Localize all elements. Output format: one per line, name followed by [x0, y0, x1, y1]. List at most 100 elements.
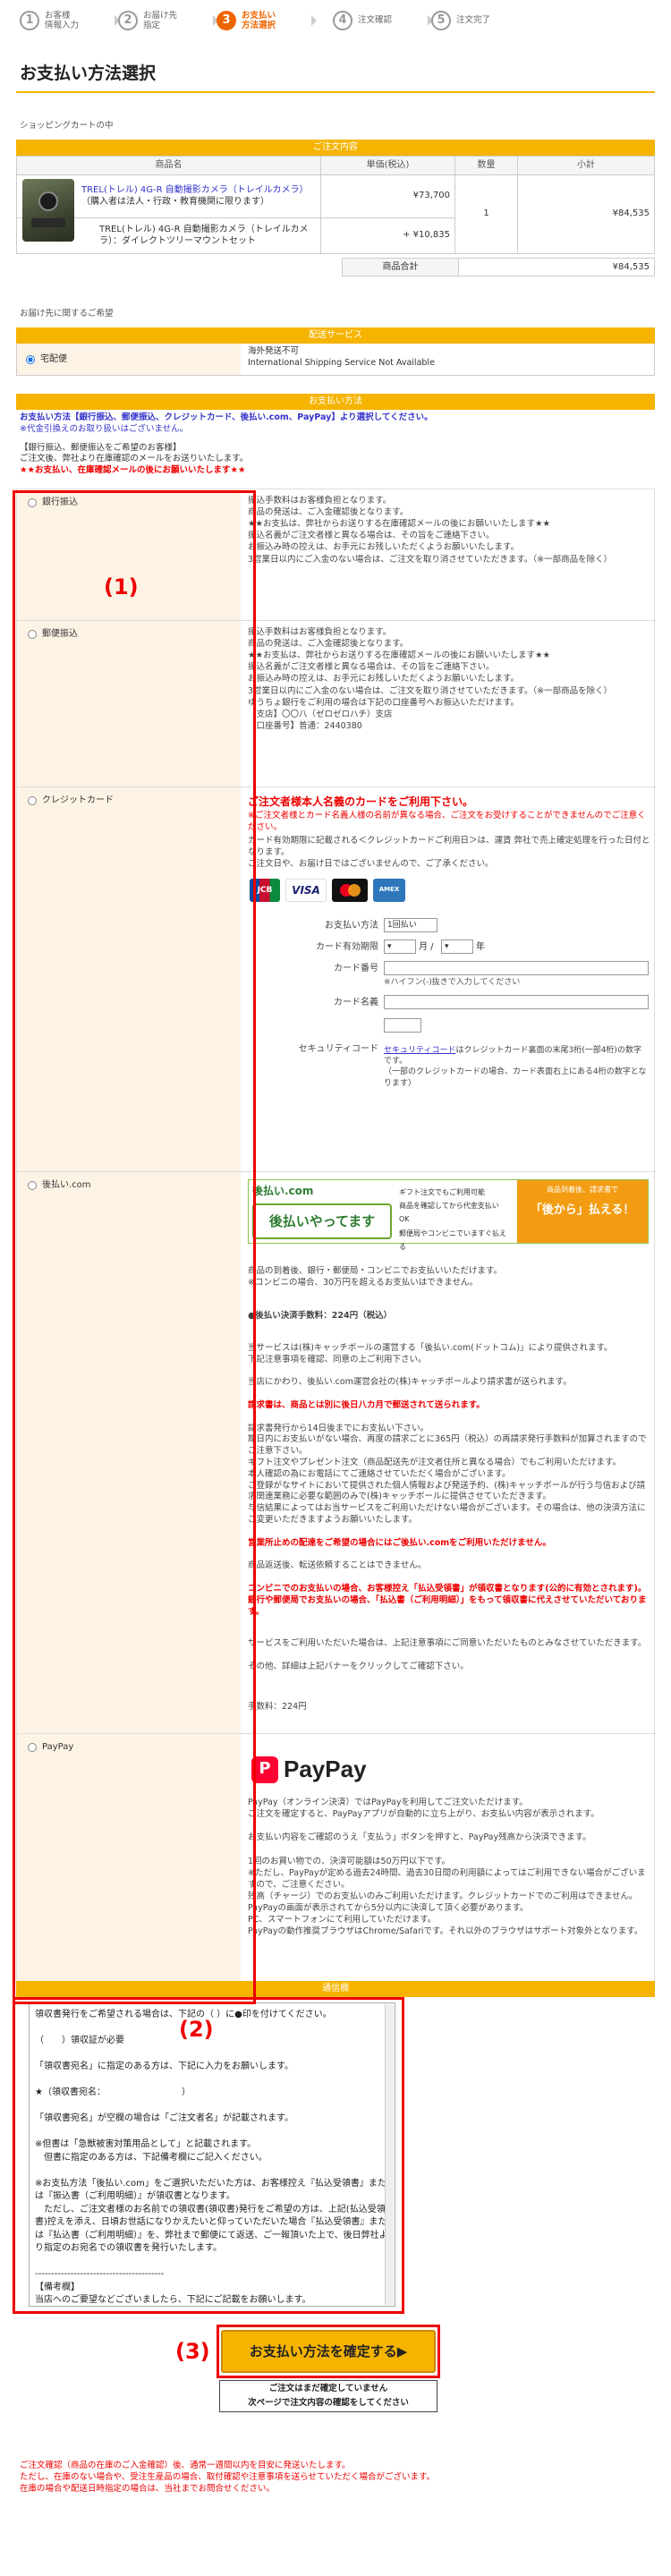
paypay-logo-text: PayPay [284, 1756, 367, 1782]
annotation-box-3 [217, 2325, 440, 2378]
step-5: 5 注文完了 [431, 7, 521, 34]
delivery-option-label: 宅配便 [40, 353, 67, 364]
card-number-label: カード番号 [334, 964, 378, 973]
cvv-help-link[interactable]: セキュリティコード [384, 1046, 455, 1055]
cvv-input[interactable] [384, 1018, 421, 1033]
card-number-hint: ※ハイフン(-)抜きで入力してください [384, 978, 521, 987]
postal-text: 振込手数料はお客様負担となります。 商品の発送は、ご入金確認後となります。 ★★… [248, 627, 613, 731]
product-image[interactable] [22, 178, 74, 242]
annotation-box-2 [13, 1997, 404, 2314]
product-note: （購入者は法人・行政・教育機関に限ります） [81, 197, 269, 207]
pay-count-label: お支払い方法 [325, 921, 378, 931]
payment-intro: お支払い方法【銀行振込、郵便振込、クレジットカード、後払い.com、PayPay… [20, 412, 433, 422]
atobarai-body: 商品の到着後、銀行・郵便局・コンビニでお支払いいただけます。 ※コンビニの場合、… [248, 1254, 650, 1725]
step-label: お届け先 指定 [143, 10, 178, 30]
banner-point-3: 郵便局やコンビニでいますぐ払える [399, 1228, 506, 1251]
atobarai-red1: 請求書は、商品とは別に後日八カ月で郵送されて送られます。 [248, 1399, 485, 1410]
card-name-input[interactable] [384, 995, 649, 1009]
total-value: ¥84,535 [458, 257, 655, 276]
delivery-section: 配送サービス 宅配便 海外発送不可 International Shipping… [16, 327, 655, 376]
atobarai-red2: 営業所止めの配達をご希望の場合にはご後払い.comをご利用いただけません。 [248, 1537, 551, 1548]
visa-logo: VISA [285, 879, 327, 902]
payment-transfer-warning: ★★お支払い、在庫確認メールの後にお願いいたします★★ [20, 465, 246, 476]
atobarai-banner[interactable]: 後払いやってます 後払い.com ギフト注文でもご利用可能 商品を確認してから代… [248, 1179, 649, 1251]
atobarai-red3: コンビニでのお支払いの場合、お客様控え「払込受領書」が領収書となります(公的に有… [248, 1583, 647, 1617]
expiry-year-select[interactable]: ▾ [441, 939, 473, 954]
step-2: 2 お届け先 指定 [118, 7, 218, 34]
annotation-label-2: (2) [179, 2017, 214, 2042]
atobarai-text3: 請求書発行から14日後までにお支払い下さい。 期日内にお支払いがない場合、再度の… [248, 1423, 647, 1526]
delivery-option[interactable]: 宅配便 [17, 344, 241, 375]
step-number: 3 [217, 11, 236, 30]
item-qty: 1 [454, 174, 518, 254]
item-price: ¥73,700 [320, 174, 455, 218]
credit-warning: ご注文者様本人名義のカードをご利用下さい。 [248, 795, 474, 808]
cvv-label: セキュリティコード [298, 1044, 378, 1054]
cart-caption: ショッピングカートの中 [20, 121, 114, 131]
atobarai-text2: 当サービスは(株)キャッチボールの運営する「後払い.com(ドットコム)」により… [248, 1342, 613, 1388]
paypay-text: PayPay（オンライン決済）ではPayPayを利用してご注文いただけます。 ご… [248, 1798, 646, 1937]
card-name-label: カード名義 [334, 998, 378, 1007]
banner-left: 後払いやってます [252, 1203, 392, 1239]
step-1: 1 お客様 情報入力 [20, 7, 120, 34]
total-label: 商品合計 [342, 257, 459, 276]
product-name-link[interactable]: TREL(トレル) 4G-R 自動撮影カメラ（トレイルカメラ） [81, 184, 316, 197]
banner-right-text: 「後から」払える！ [530, 1203, 635, 1217]
bank-text: 振込手数料はお客様負担となります。 商品の発送は、ご入金確認後となります。 ★★… [248, 496, 613, 565]
title-divider [16, 91, 655, 93]
card-number-input[interactable] [384, 961, 649, 975]
col-subtotal: 小計 [517, 156, 655, 175]
delivery-radio[interactable] [26, 354, 35, 364]
atobarai-text5: サービスをご利用いただいた場合は、上記注意事項にご同意いただいたものとみなさせて… [248, 1638, 647, 1671]
pay-count-select[interactable]: 1回払い [384, 918, 437, 932]
step-label: 注文確認 [358, 15, 393, 26]
step-label: 注文完了 [456, 15, 491, 26]
atobarai-fee: ●後払い決済手数料：224円（税込） [248, 1311, 393, 1322]
col-price: 単価(税込) [320, 156, 455, 175]
payment-intro-note: ※代金引換えのお取り扱いはございません。 [20, 423, 189, 434]
credit-warning-sub: ※ご注文者様とカード名義人様の名前が異なる場合、ご注文をお受けすることができませ… [248, 811, 646, 832]
order-table: 商品名 単価(税込) 数量 小計 TREL(トレル) 4G-R 自動撮影カメラ（… [16, 156, 655, 254]
option-price: + ¥10,835 [320, 217, 455, 254]
annotation-label-1: (1) [104, 574, 139, 599]
delivery-note: 海外発送不可 International Shipping Service No… [248, 346, 435, 368]
atobarai-text: 商品の到着後、銀行・郵便局・コンビニでお支払いいただけます。 ※コンビニの場合、… [248, 1265, 503, 1288]
col-name: 商品名 [16, 156, 321, 175]
banner-brand: 後払い.com [252, 1185, 314, 1197]
annotation-label-3: (3) [175, 2339, 210, 2364]
delivery-caption: お届け先に関するご希望 [20, 309, 114, 319]
expiry-month-suffix: 月 / [419, 942, 434, 952]
step-number: 1 [20, 11, 39, 30]
expiry-label: カード有効期限 [316, 942, 378, 952]
payment-transfer-note: 【銀行振込、郵便振込をご希望のお客様】 ご注文後、弊社より在庫確認のメールをお送… [20, 442, 249, 464]
delivery-header: 配送サービス [16, 327, 655, 344]
amex-logo: AMEX [373, 879, 405, 902]
step-arrow-icon [311, 15, 317, 26]
step-label: お支払い 方法選択 [242, 10, 276, 30]
step-number: 5 [431, 11, 451, 30]
paypay-logo: P PayPay [251, 1754, 367, 1785]
annotation-box-1 [13, 490, 256, 2004]
step-4: 4 注文確認 [333, 7, 433, 34]
atobarai-fee-line: 手数料：224円 [248, 1702, 307, 1713]
col-qty: 数量 [454, 156, 518, 175]
expiry-month-select[interactable]: ▾ [384, 939, 416, 954]
confirm-note-box [219, 2380, 437, 2412]
banner-points: ギフト注文でもご利用可能 商品を確認してから代金支払いOK 郵便局やコンビニでい… [399, 1186, 506, 1254]
expiry-year-suffix: 年 [476, 942, 485, 952]
banner-right-top: 商品到着後、請求書で [547, 1186, 618, 1194]
step-number: 2 [118, 11, 138, 30]
order-header: ご注文内容 [16, 140, 655, 156]
cvv-help: セキュリティコードはクレジットカード裏面の末尾3桁(一部4桁)の数字です。 （一… [384, 1034, 649, 1089]
step-label: お客様 情報入力 [45, 10, 80, 30]
total-table: 商品合計 ¥84,535 [342, 257, 655, 277]
banner-point-2: 商品を確認してから代金支払いOK [399, 1202, 499, 1224]
credit-text: カード有効期限に記載される＜クレジットカードご利用日＞は、運賃 弊社で売上確定処… [248, 836, 650, 869]
atobarai-text4: 商品返送後、転送依頼することはできません。 [248, 1560, 427, 1571]
order-section: ご注文内容 商品名 単価(税込) 数量 小計 TREL(トレル) 4G-R 自動… [16, 140, 655, 276]
payment-section: お支払い方法 お支払い方法【銀行振込、郵便振込、クレジットカード、後払い.com… [16, 394, 655, 480]
step-number: 4 [333, 11, 352, 30]
mastercard-logo [332, 879, 368, 902]
step-3: 3 お支払い 方法選択 [217, 7, 317, 34]
item-subtotal: ¥84,535 [517, 174, 655, 254]
